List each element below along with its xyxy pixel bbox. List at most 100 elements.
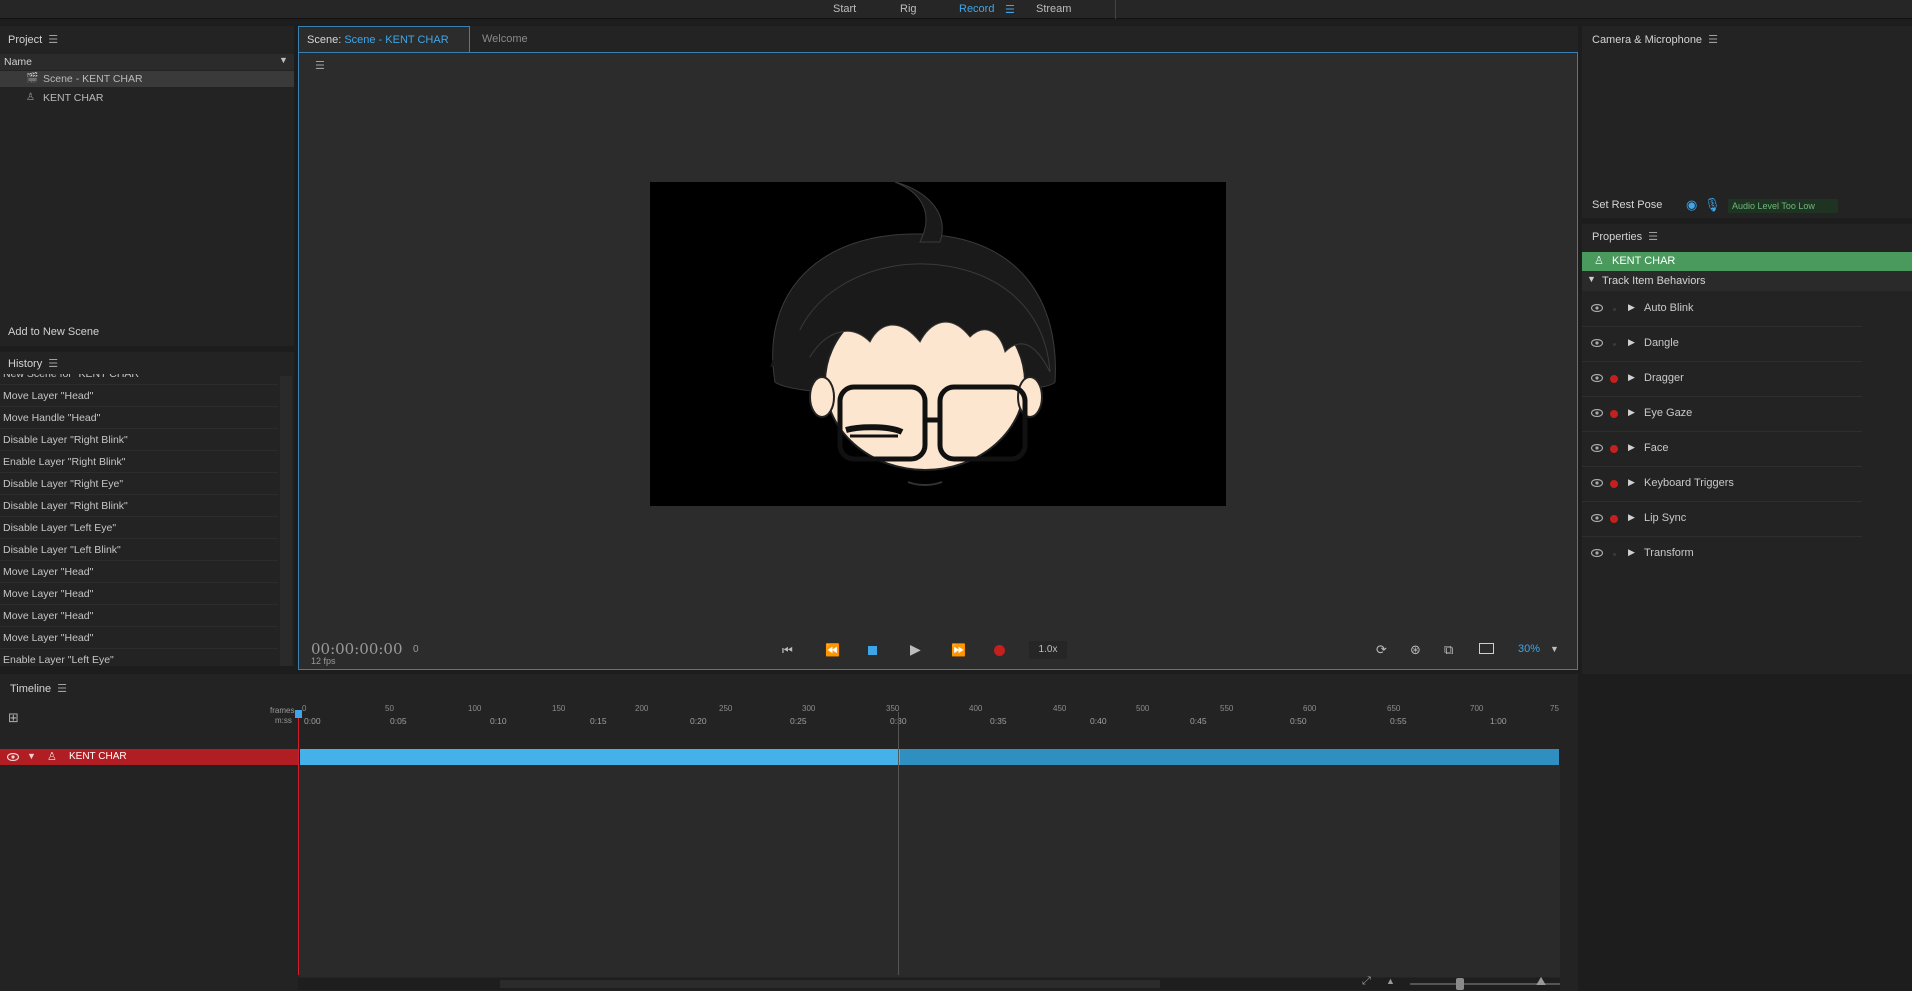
eye-icon[interactable] [1590,338,1604,350]
collapse-arrow-icon[interactable]: ▼ [1587,274,1596,284]
track-item-behaviors-header[interactable]: ▼ Track Item Behaviors [1582,271,1912,291]
stop-icon[interactable] [868,646,877,655]
collapse-arrow-icon[interactable]: ▼ [27,751,36,761]
behavior-keyboard-triggers[interactable]: ▶ Keyboard Triggers [1582,467,1862,502]
webcam-icon[interactable]: ◉ [1686,197,1697,213]
track-item-bar[interactable] [300,749,900,765]
fit-view-icon[interactable] [1479,643,1494,654]
eye-icon[interactable] [1590,513,1604,525]
workspace-rig[interactable]: Rig [900,3,917,15]
project-item-scene[interactable]: 🎬 Scene - KENT CHAR [0,71,294,87]
track-area[interactable] [298,765,1560,977]
play-icon[interactable]: ▶ [910,641,921,658]
step-forward-icon[interactable]: ⏩ [951,643,966,657]
behavior-face[interactable]: ▶ Face [1582,432,1862,467]
loop-icon[interactable]: ⟳ [1376,642,1387,658]
expand-arrow-icon[interactable]: ▶ [1628,302,1635,313]
eye-icon[interactable] [1590,478,1604,490]
playhead[interactable] [298,712,299,975]
behavior-dragger[interactable]: ▶ Dragger [1582,362,1862,397]
record-arm-icon[interactable] [1613,308,1616,311]
behavior-lip-sync[interactable]: ▶ Lip Sync [1582,502,1862,537]
scene-stage[interactable] [650,182,1226,506]
eye-icon[interactable] [6,752,20,764]
behavior-eye-gaze[interactable]: ▶ Eye Gaze [1582,397,1862,432]
history-item[interactable]: Disable Layer "Left Blink" [0,539,278,561]
expand-arrow-icon[interactable]: ▶ [1628,407,1635,418]
panel-menu-icon[interactable]: ☰ [1708,33,1718,46]
eye-icon[interactable] [1590,443,1604,455]
expand-arrow-icon[interactable]: ▶ [1628,477,1635,488]
workspace-start[interactable]: Start [833,3,856,15]
history-item[interactable]: Disable Layer "Right Blink" [0,429,278,451]
onion-skin-icon[interactable]: ⊛ [1410,642,1421,658]
expand-arrow-icon[interactable]: ▶ [1628,547,1635,558]
zoom-in-icon[interactable]: ⛰ [1536,974,1546,989]
zoom-level[interactable]: 30% [1518,643,1540,655]
tab-scene[interactable]: Scene: Scene - KENT CHAR ☰ [298,26,470,72]
history-item[interactable]: New Scene for "KENT CHAR" [0,374,278,385]
history-item[interactable]: Enable Layer "Left Eye" [0,649,278,666]
set-rest-pose-button[interactable]: Set Rest Pose [1592,199,1662,211]
record-icon[interactable] [994,645,1005,656]
column-header[interactable]: Name ▼ [0,54,294,70]
record-arm-icon[interactable] [1610,445,1618,453]
history-item[interactable]: Move Handle "Head" [0,407,278,429]
eye-icon[interactable] [1590,373,1604,385]
history-item[interactable]: Enable Layer "Right Blink" [0,451,278,473]
record-arm-icon[interactable] [1610,480,1618,488]
history-scrollbar[interactable] [280,376,292,666]
panel-menu-icon[interactable]: ☰ [315,60,325,72]
record-arm-icon[interactable] [1610,410,1618,418]
history-item[interactable]: Move Layer "Head" [0,627,278,649]
expand-icon[interactable]: ⤢ [1362,975,1371,988]
workspace-record[interactable]: Record [959,3,994,15]
project-item-puppet[interactable]: ♙ KENT CHAR [0,90,294,106]
behavior-auto-blink[interactable]: ▶ Auto Blink [1582,292,1862,327]
track-item-bar-extended[interactable] [900,749,1559,765]
history-item[interactable]: Move Layer "Head" [0,561,278,583]
tab-welcome[interactable]: Welcome [474,26,536,52]
workspace-stream[interactable]: Stream [1036,3,1071,15]
history-item[interactable]: Move Layer "Head" [0,385,278,407]
scrollbar-thumb[interactable] [500,980,1160,988]
history-item[interactable]: Disable Layer "Right Blink" [0,495,278,517]
step-back-icon[interactable]: ⏪ [825,643,840,657]
go-to-start-icon[interactable]: ⏮ [782,643,793,658]
eye-icon[interactable] [1590,548,1604,560]
panel-menu-icon[interactable]: ☰ [57,682,67,695]
expand-arrow-icon[interactable]: ▶ [1628,372,1635,383]
eye-icon[interactable] [1590,408,1604,420]
timeline-ruler[interactable]: 0 50 100 150 200 250 300 350 400 450 500… [298,704,1559,736]
record-arm-icon[interactable] [1613,343,1616,346]
record-arm-icon[interactable] [1610,515,1618,523]
history-item[interactable]: Disable Layer "Left Eye" [0,517,278,539]
history-item[interactable]: Move Layer "Head" [0,583,278,605]
timeline-options-icon[interactable]: ⊞ [8,710,19,726]
playhead-handle[interactable] [295,710,302,718]
add-to-new-scene-button[interactable]: Add to New Scene [8,326,99,338]
behavior-dangle[interactable]: ▶ Dangle [1582,327,1862,362]
microphone-icon[interactable]: 🎙 [1704,197,1721,213]
sort-arrow-icon[interactable]: ▼ [279,55,288,65]
expand-arrow-icon[interactable]: ▶ [1628,442,1635,453]
zoom-slider-thumb[interactable] [1456,978,1464,990]
expand-arrow-icon[interactable]: ▶ [1628,512,1635,523]
zoom-dropdown-icon[interactable]: ▼ [1550,644,1559,654]
track-header[interactable]: ▼ ♙ KENT CHAR [0,749,298,765]
record-arm-icon[interactable] [1613,553,1616,556]
panel-menu-icon[interactable]: ☰ [1648,230,1658,243]
behavior-transform[interactable]: ▶ Transform [1582,537,1862,572]
workspace-menu-icon[interactable]: ☰ [1005,3,1015,16]
history-item[interactable]: Disable Layer "Right Eye" [0,473,278,495]
history-item[interactable]: Move Layer "Head" [0,605,278,627]
record-arm-icon[interactable] [1610,375,1618,383]
panel-menu-icon[interactable]: ☰ [48,33,58,46]
panel-menu-icon[interactable]: ☰ [48,357,58,370]
playback-speed[interactable]: 1.0x [1029,641,1067,659]
selected-puppet-bar[interactable]: ♙ KENT CHAR [1582,252,1912,271]
work-area-end-marker[interactable] [898,712,899,975]
eye-icon[interactable] [1590,303,1604,315]
zoom-out-icon[interactable]: ▲ [1386,976,1395,986]
expand-arrow-icon[interactable]: ▶ [1628,337,1635,348]
